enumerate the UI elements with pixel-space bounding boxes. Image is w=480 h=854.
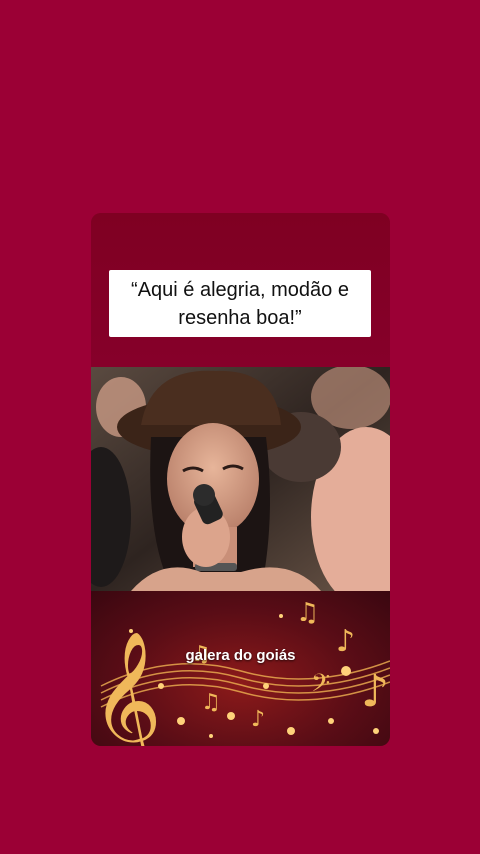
svg-text:♪: ♪ [361,666,389,717]
quote-box: “Aqui é alegria, modão e resenha boa!” [109,270,371,337]
svg-text:♪: ♪ [251,707,265,732]
golden-music-notes-icon: 𝄞 ♫ ♪ ♪ ♫ ♫ ♪ 𝄢 [91,598,390,746]
svg-text:𝄢: 𝄢 [311,669,330,704]
story-card: “Aqui é alegria, modão e resenha boa!” 𝄞… [91,213,390,746]
svg-text:♫: ♫ [296,598,319,628]
caption-text: galera do goiás [185,647,296,664]
svg-text:♫: ♫ [201,690,221,715]
singer-photo [91,365,390,607]
music-decoration: 𝄞 ♫ ♪ ♪ ♫ ♫ ♪ 𝄢 galera do goiás [91,591,390,746]
quote-section: “Aqui é alegria, modão e resenha boa!” [91,213,390,367]
